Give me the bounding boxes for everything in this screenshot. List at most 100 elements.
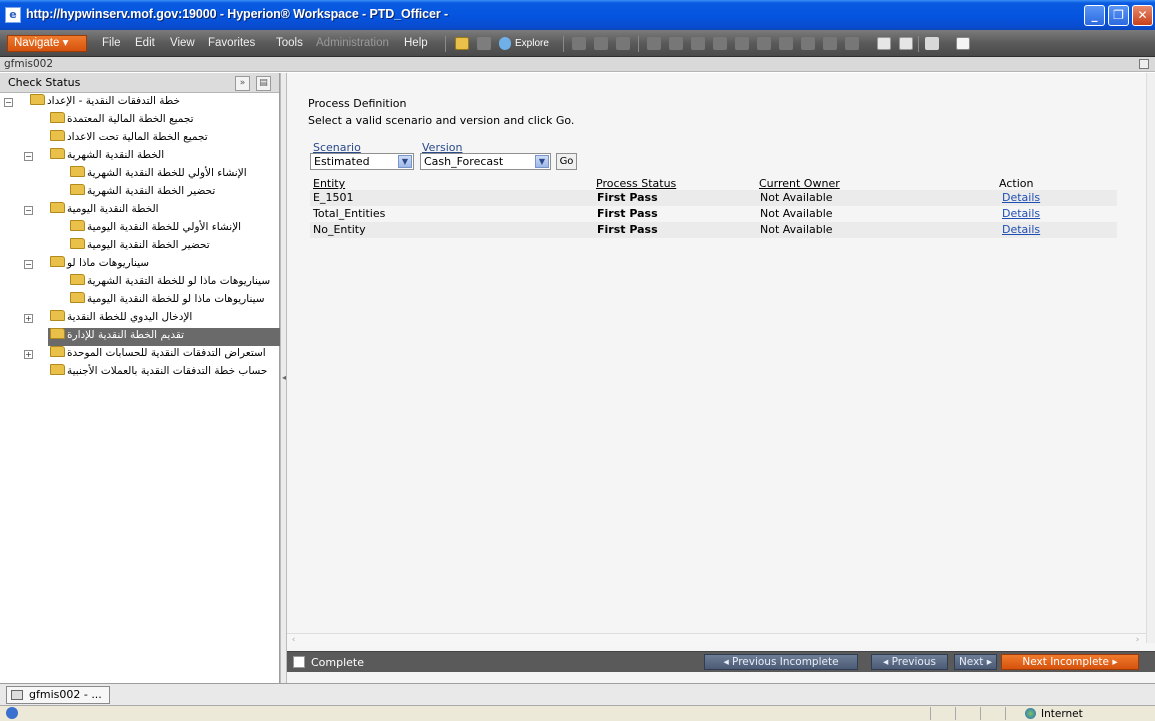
- taskbar-item-label: gfmis002 - ...: [29, 688, 102, 701]
- menu-help[interactable]: Help: [404, 37, 428, 49]
- status-divider: [980, 707, 981, 720]
- tree-item[interactable]: الخطة النقدية الشهرية: [50, 148, 164, 166]
- menu-tools[interactable]: Tools: [276, 37, 303, 49]
- ie-status-icon: [6, 707, 18, 719]
- tree-item[interactable]: تقديم الخطة النقدية للإدارة: [48, 328, 280, 346]
- details-link[interactable]: Details: [1002, 223, 1040, 236]
- next-incomplete-button[interactable]: Next Incomplete ▸: [1001, 654, 1139, 670]
- edit-icon: [647, 37, 661, 50]
- tree-item[interactable]: خطة التدفقات النقدية - الإعداد: [30, 94, 180, 112]
- next-button[interactable]: Next ▸: [954, 654, 997, 670]
- open-folder-icon[interactable]: [455, 37, 469, 50]
- expand-icon[interactable]: +: [24, 314, 33, 323]
- tree-item-label: سيناريوهات ماذا لو: [67, 257, 150, 269]
- collapse-icon[interactable]: »: [235, 76, 250, 91]
- folder-icon: [50, 148, 65, 159]
- folder-icon: [50, 130, 65, 141]
- page-icon[interactable]: [877, 37, 891, 50]
- chart-icon: [735, 37, 749, 50]
- previous-button[interactable]: ◂ Previous: [871, 654, 948, 670]
- tree-item-label: الخطة النقدية اليومية: [67, 203, 159, 215]
- vertical-scrollbar[interactable]: [1146, 73, 1155, 643]
- explore-icon[interactable]: [499, 37, 511, 50]
- complete-checkbox[interactable]: [293, 656, 305, 668]
- panel-header: Check Status » ▤: [0, 73, 279, 93]
- menu-view[interactable]: View: [170, 37, 195, 49]
- horizontal-scrollbar[interactable]: ‹ ›: [287, 633, 1146, 646]
- tree-item[interactable]: تجميع الخطة المالية تحت الاعداد: [50, 130, 208, 148]
- scenario-value: Estimated: [314, 155, 370, 168]
- tree-item-label: سيناريوهات ماذا لو للخطة التقدية الشهرية: [87, 275, 271, 287]
- go-button[interactable]: Go: [556, 153, 577, 170]
- navigate-menu-button[interactable]: Navigate ▾: [7, 35, 87, 52]
- window-icon: [11, 690, 23, 700]
- menu-favorites[interactable]: Favorites: [208, 37, 255, 49]
- menu-administration[interactable]: Administration: [316, 37, 389, 49]
- tree-item[interactable]: تحضير الخطة النقدية الشهرية: [70, 184, 215, 202]
- tree-item[interactable]: حساب خطة التدفقات النقدية بالعملات الأجن…: [50, 364, 267, 382]
- tree-item[interactable]: الإنشاء الأولي للخطة النقدية الشهرية: [70, 166, 247, 184]
- tree-item[interactable]: الخطة النقدية اليومية: [50, 202, 159, 220]
- tree-item[interactable]: سيناريوهات ماذا لو للخطة النقدية اليومية: [70, 292, 265, 310]
- tree-item[interactable]: الإنشاء الأولي للخطة النقدية اليومية: [70, 220, 241, 238]
- table-row: No_Entity First Pass Not Available Detai…: [310, 222, 1117, 238]
- view-pane-icon[interactable]: ▤: [256, 76, 271, 91]
- chevron-down-icon[interactable]: ▼: [535, 155, 549, 168]
- chevron-down-icon[interactable]: ▼: [398, 155, 412, 168]
- splitter-grip-icon[interactable]: ◂: [282, 373, 286, 383]
- tree-item[interactable]: تحضير الخطة النقدية اليومية: [70, 238, 210, 256]
- entity-column-header[interactable]: Entity: [313, 177, 345, 190]
- expand-icon[interactable]: +: [24, 350, 33, 359]
- toolbar-separator: [445, 36, 446, 52]
- details-link[interactable]: Details: [1002, 207, 1040, 220]
- tree-item-label: سيناريوهات ماذا لو للخطة النقدية اليومية: [87, 293, 265, 305]
- tree-item[interactable]: الإدخال اليدوي للخطة النقدية: [50, 310, 192, 328]
- version-select[interactable]: Cash_Forecast ▼: [420, 153, 551, 170]
- taskbar-item[interactable]: gfmis002 - ...: [6, 686, 110, 704]
- tree-item-label: الخطة النقدية الشهرية: [67, 149, 165, 161]
- maximize-button[interactable]: ❐: [1108, 5, 1129, 26]
- folder-icon: [70, 166, 85, 177]
- toolbar-separator: [638, 36, 639, 52]
- home-icon[interactable]: [477, 37, 491, 50]
- tree-item-label: تحضير الخطة النقدية اليومية: [87, 239, 210, 251]
- process-definition-pane: Process Definition Select a valid scenar…: [287, 73, 1155, 683]
- panel-splitter[interactable]: ◂: [280, 73, 287, 683]
- collapse-icon[interactable]: −: [4, 98, 13, 107]
- minimize-button[interactable]: _: [1084, 5, 1105, 26]
- details-link[interactable]: Details: [1002, 191, 1040, 204]
- scroll-left-icon[interactable]: ‹: [287, 634, 300, 646]
- restore-icon[interactable]: [1139, 59, 1149, 69]
- tree-item-label: تقديم الخطة النقدية للإدارة: [67, 329, 185, 341]
- close-button[interactable]: ✕: [1132, 5, 1153, 26]
- scenario-select[interactable]: Estimated ▼: [310, 153, 414, 170]
- toolbar-separator: [918, 36, 919, 52]
- validate-icon[interactable]: [899, 37, 913, 50]
- explore-button[interactable]: Explore: [515, 38, 549, 49]
- tree-item[interactable]: تجميع الخطة المالية المعتمدة: [50, 112, 194, 130]
- folder-icon: [50, 202, 65, 213]
- previous-incomplete-button[interactable]: ◂ Previous Incomplete: [704, 654, 858, 670]
- member-icon: [801, 37, 815, 50]
- collapse-icon[interactable]: −: [24, 260, 33, 269]
- status-cell: First Pass: [597, 223, 658, 236]
- menu-edit[interactable]: Edit: [135, 37, 155, 49]
- logoff-icon[interactable]: [925, 37, 939, 50]
- scroll-right-icon[interactable]: ›: [1131, 634, 1144, 646]
- help-icon[interactable]: [956, 37, 970, 50]
- instruction-text: Select a valid scenario and version and …: [308, 114, 575, 127]
- complete-label: Complete: [311, 656, 365, 669]
- menu-file[interactable]: File: [102, 37, 121, 49]
- action-bar: Complete ◂ Previous Incomplete ◂ Previou…: [287, 651, 1155, 672]
- tree-item-label: حساب خطة التدفقات النقدية بالعملات الأجن…: [67, 365, 268, 377]
- status-column-header[interactable]: Process Status: [596, 177, 676, 190]
- tree-item[interactable]: استعراض التدفقات النقدية للحسابات الموحد…: [50, 346, 266, 364]
- collapse-icon[interactable]: −: [24, 152, 33, 161]
- owner-column-header[interactable]: Current Owner: [759, 177, 840, 190]
- entity-cell: Total_Entities: [313, 207, 386, 220]
- tree-item[interactable]: سيناريوهات ماذا لو للخطة التقدية الشهرية: [70, 274, 270, 292]
- action-column-header: Action: [999, 177, 1034, 190]
- tree-item[interactable]: سيناريوهات ماذا لو: [50, 256, 149, 274]
- module-tab-label[interactable]: gfmis002: [4, 58, 53, 70]
- collapse-icon[interactable]: −: [24, 206, 33, 215]
